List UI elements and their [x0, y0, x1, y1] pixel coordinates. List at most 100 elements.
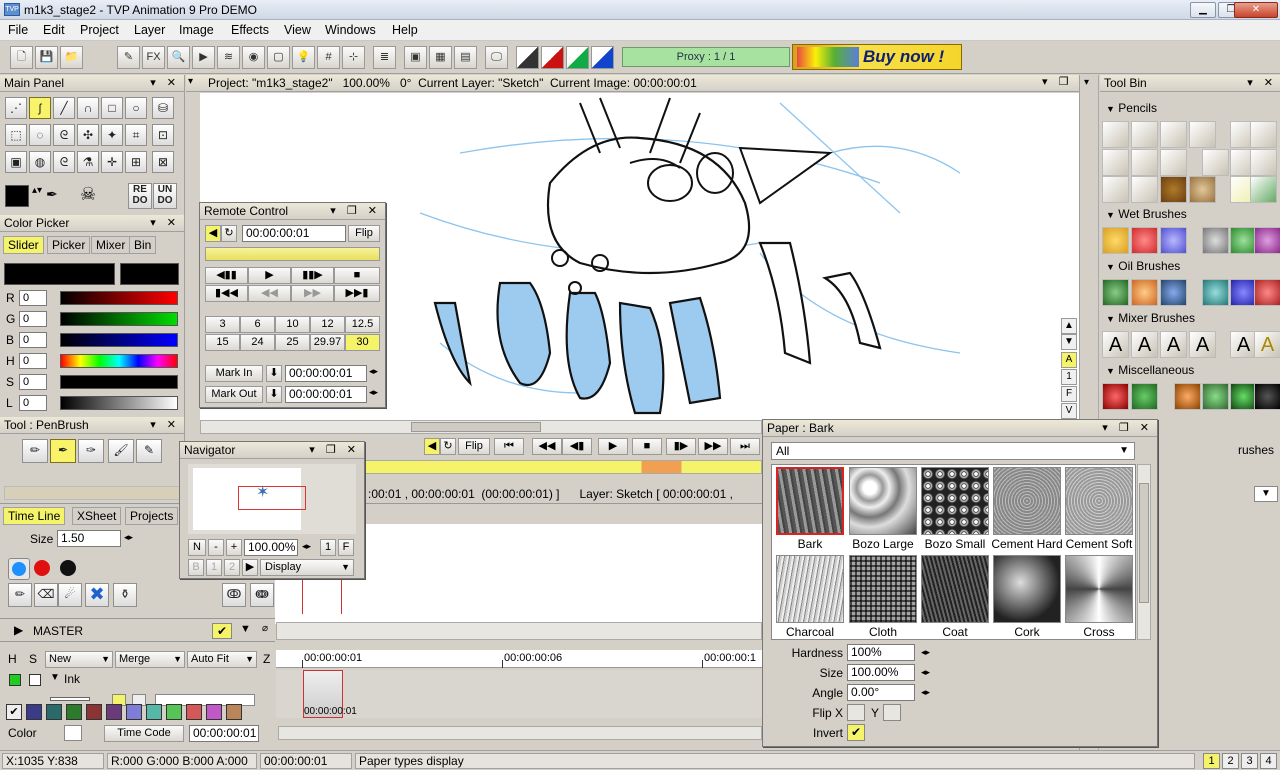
brush-tile-icon[interactable]: A: [1102, 331, 1129, 358]
brush-tile-icon[interactable]: [1102, 176, 1129, 203]
mark-in-arrow-icon[interactable]: ⬇: [266, 365, 282, 382]
bottle-tool-icon[interactable]: ⚱: [113, 583, 137, 607]
fps-12-button[interactable]: 12: [310, 316, 345, 333]
stop-icon[interactable]: ■: [632, 438, 662, 455]
brush-tile-icon[interactable]: [1102, 279, 1129, 306]
player-flip-button[interactable]: Flip: [458, 438, 490, 455]
swirl-a-icon[interactable]: ↂ: [222, 583, 246, 607]
marker-brush-icon[interactable]: ✎: [136, 439, 162, 463]
mark-out-field[interactable]: 00:00:00:01: [285, 386, 367, 403]
side-button-v[interactable]: V: [1061, 403, 1077, 419]
rc-stop-icon[interactable]: ■: [334, 267, 380, 284]
rc-flip-button[interactable]: Flip: [348, 225, 380, 242]
paper-charcoal-thumb[interactable]: [776, 555, 844, 623]
panel-controls-icon[interactable]: ▾ ✕: [150, 75, 180, 91]
brush-tile-icon[interactable]: [1160, 121, 1187, 148]
brush-tile-icon[interactable]: [1102, 227, 1129, 254]
color-tag-9[interactable]: [186, 704, 202, 720]
display-mode-red-icon[interactable]: [541, 46, 564, 69]
angle-field[interactable]: 0.00°: [847, 684, 915, 701]
nav-2-icon[interactable]: 2: [224, 559, 240, 576]
color-tag-1[interactable]: [26, 704, 42, 720]
brush-tile-icon[interactable]: [1202, 383, 1229, 410]
fps-30-button[interactable]: 30: [345, 334, 380, 351]
rectangle-tool-icon[interactable]: □: [101, 97, 123, 119]
color-tag-10[interactable]: [206, 704, 222, 720]
tab-xsheet[interactable]: XSheet: [72, 507, 122, 525]
rc-time-field[interactable]: 00:00:00:01: [242, 225, 346, 242]
play-icon[interactable]: ▶: [192, 46, 215, 69]
menu-project[interactable]: Project: [80, 23, 119, 37]
time-code-field[interactable]: 00:00:00:01: [189, 725, 259, 742]
nav-zoom-stepper-icon[interactable]: ◂▸: [302, 541, 311, 552]
fps-24-button[interactable]: 24: [240, 334, 275, 351]
ink-layer-track[interactable]: 00:00:00:01: [276, 670, 762, 718]
timeline-hscrollbar[interactable]: [278, 726, 762, 740]
channel-r-slider[interactable]: [60, 291, 178, 305]
flipx-checkbox[interactable]: [847, 704, 865, 721]
primary-color-swatch[interactable]: [4, 263, 115, 285]
close-button[interactable]: ✕: [1234, 2, 1278, 18]
select-color-icon[interactable]: ✣: [77, 124, 99, 146]
brush-tile-icon[interactable]: [1254, 227, 1280, 254]
brush-tile-icon[interactable]: A: [1189, 331, 1216, 358]
paper-cross-thumb[interactable]: [1065, 555, 1133, 623]
loop-icon[interactable]: ↻: [440, 438, 456, 455]
hardness-field[interactable]: 100%: [847, 644, 915, 661]
page-1-button[interactable]: 1: [1203, 753, 1220, 769]
redo-button[interactable]: RE DO: [128, 183, 152, 209]
color-tag-0[interactable]: ✔: [6, 704, 22, 720]
menu-image[interactable]: Image: [179, 23, 214, 37]
nav-n-button[interactable]: N: [188, 539, 206, 556]
paint-brush-icon[interactable]: 🖌: [108, 439, 134, 463]
mark-out-arrow-icon[interactable]: ⬇: [266, 386, 282, 403]
color-tag-3[interactable]: [66, 704, 82, 720]
navigator-preview-frame[interactable]: ✶: [188, 464, 356, 534]
color-tag-2[interactable]: [46, 704, 62, 720]
paper-bozo-large-thumb[interactable]: [849, 467, 917, 535]
panel-controls-icon[interactable]: ▾ ✕: [150, 215, 180, 231]
select-circle-icon[interactable]: ◌: [29, 124, 51, 146]
menu-file[interactable]: File: [8, 23, 28, 37]
rc-play-icon[interactable]: ▶: [248, 267, 291, 284]
table-grid-icon[interactable]: ▦: [429, 46, 452, 69]
tab-mixer[interactable]: Mixer: [91, 236, 131, 254]
paper-cork-thumb[interactable]: [993, 555, 1061, 623]
menu-effects[interactable]: Effects: [231, 23, 269, 37]
dotted-line-tool-icon[interactable]: ⋰: [5, 97, 27, 119]
current-color-swatch[interactable]: [5, 185, 29, 207]
pencil-tool-icon[interactable]: ✏: [8, 583, 32, 607]
scroll-thumb[interactable]: [411, 422, 541, 432]
master-track[interactable]: [276, 622, 762, 640]
brush-tile-icon[interactable]: [1102, 121, 1129, 148]
merge-dropdown[interactable]: Merge ▼: [115, 651, 185, 668]
right-dropdown-icon[interactable]: ▼: [1254, 486, 1278, 502]
brush-tile-icon[interactable]: [1160, 149, 1187, 176]
fps-12-5-button[interactable]: 12.5: [345, 316, 380, 333]
save-icon[interactable]: 💾: [35, 46, 58, 69]
master-dropdown-icon[interactable]: ▼: [240, 623, 251, 635]
lasso-icon[interactable]: ᘓ: [53, 124, 75, 146]
brush-tile-icon[interactable]: [1202, 149, 1229, 176]
channel-l-input[interactable]: 0: [19, 395, 47, 411]
go-end-icon[interactable]: ⏭: [730, 438, 760, 455]
light-icon[interactable]: 💡: [292, 46, 315, 69]
page-2-button[interactable]: 2: [1222, 753, 1239, 769]
panel-controls-icon[interactable]: ▾ ✕: [1247, 75, 1277, 91]
brush-tile-icon[interactable]: [1131, 227, 1158, 254]
next-frame-icon[interactable]: ▮▶: [666, 438, 696, 455]
tab-timeline[interactable]: Time Line: [3, 507, 66, 525]
window-controls-icon[interactable]: ▾ ❐ ✕: [1102, 420, 1153, 436]
swap-colors-icon[interactable]: ▴▾: [31, 185, 43, 207]
new-file-icon[interactable]: 🗋: [10, 46, 33, 69]
master-row[interactable]: ▶ MASTER ✔ ▼ ⌀: [0, 618, 275, 642]
nav-b-icon[interactable]: B: [188, 559, 204, 576]
brush-tile-icon[interactable]: A: [1160, 331, 1187, 358]
channel-l-slider[interactable]: [60, 396, 178, 410]
eraser-tool-icon[interactable]: ⌫: [34, 583, 58, 607]
secondary-color-swatch[interactable]: [120, 263, 179, 285]
canvas-hscrollbar[interactable]: [200, 420, 762, 434]
curve-tool-icon[interactable]: ∩: [77, 97, 99, 119]
layer-opacity-bar[interactable]: [50, 697, 90, 701]
autofit-dropdown[interactable]: Auto Fit ▼: [187, 651, 257, 668]
